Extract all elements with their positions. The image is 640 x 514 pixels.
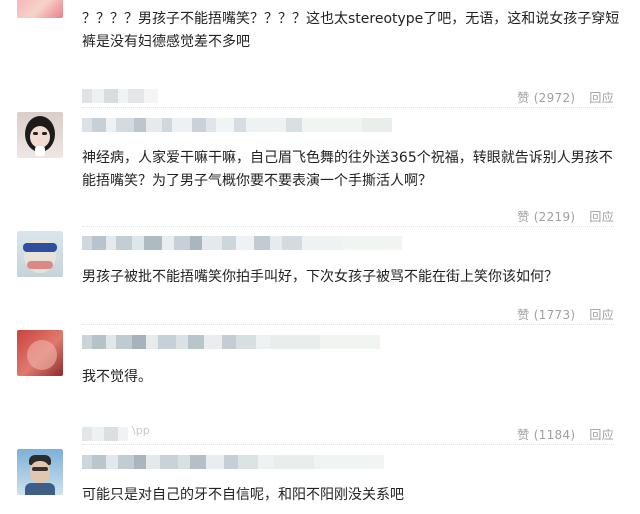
comment-text: 神经病，人家爱干嘛干嘛，自己眉飞色舞的往外送365个祝福，转眼就告诉别人男孩不能… bbox=[82, 150, 613, 189]
blurred-author-meta bbox=[82, 88, 222, 104]
like-button[interactable]: 赞 (2219) bbox=[517, 210, 575, 224]
comment-actions: 赞 (2972) 回应 bbox=[517, 89, 614, 106]
comment-text: 可能只是对自己的牙不自信呢，和阳不阳刚没关系吧 bbox=[82, 487, 404, 503]
comment-actions: 赞 (1184) 回应 bbox=[517, 426, 614, 443]
avatar[interactable] bbox=[17, 231, 63, 277]
divider bbox=[82, 324, 614, 325]
reply-button[interactable]: 回应 bbox=[589, 308, 614, 322]
blurred-author-meta bbox=[82, 454, 602, 470]
avatar[interactable] bbox=[17, 449, 63, 495]
like-button[interactable]: 赞 (1773) bbox=[517, 308, 575, 322]
comment-text: 男孩子被批不能捂嘴笑你拍手叫好，下次女孩子被骂不能在街上笑你该如何？ bbox=[82, 269, 558, 285]
comment-text: 我不觉得。 bbox=[82, 369, 152, 385]
divider bbox=[82, 226, 614, 227]
divider bbox=[82, 107, 614, 108]
blurred-source-text: \pp bbox=[132, 424, 150, 437]
divider bbox=[82, 444, 614, 445]
avatar-partial[interactable] bbox=[17, 0, 63, 18]
avatar[interactable] bbox=[17, 112, 63, 158]
blurred-author-meta bbox=[82, 117, 602, 133]
reply-button[interactable]: 回应 bbox=[589, 210, 614, 224]
comment-actions: 赞 (2219) 回应 bbox=[517, 208, 614, 225]
blurred-author-meta bbox=[82, 334, 602, 350]
like-button[interactable]: 赞 (1184) bbox=[517, 428, 575, 442]
blurred-author-meta bbox=[82, 235, 602, 251]
comment-actions: 赞 (1773) 回应 bbox=[517, 306, 614, 323]
comment-text: ？？？？男孩子不能捂嘴笑？？？？这也太stereotype了吧，无语，这和说女孩… bbox=[82, 11, 620, 50]
reply-button[interactable]: 回应 bbox=[589, 428, 614, 442]
avatar[interactable] bbox=[17, 330, 63, 376]
like-button[interactable]: 赞 (2972) bbox=[517, 91, 575, 105]
reply-button[interactable]: 回应 bbox=[589, 91, 614, 105]
